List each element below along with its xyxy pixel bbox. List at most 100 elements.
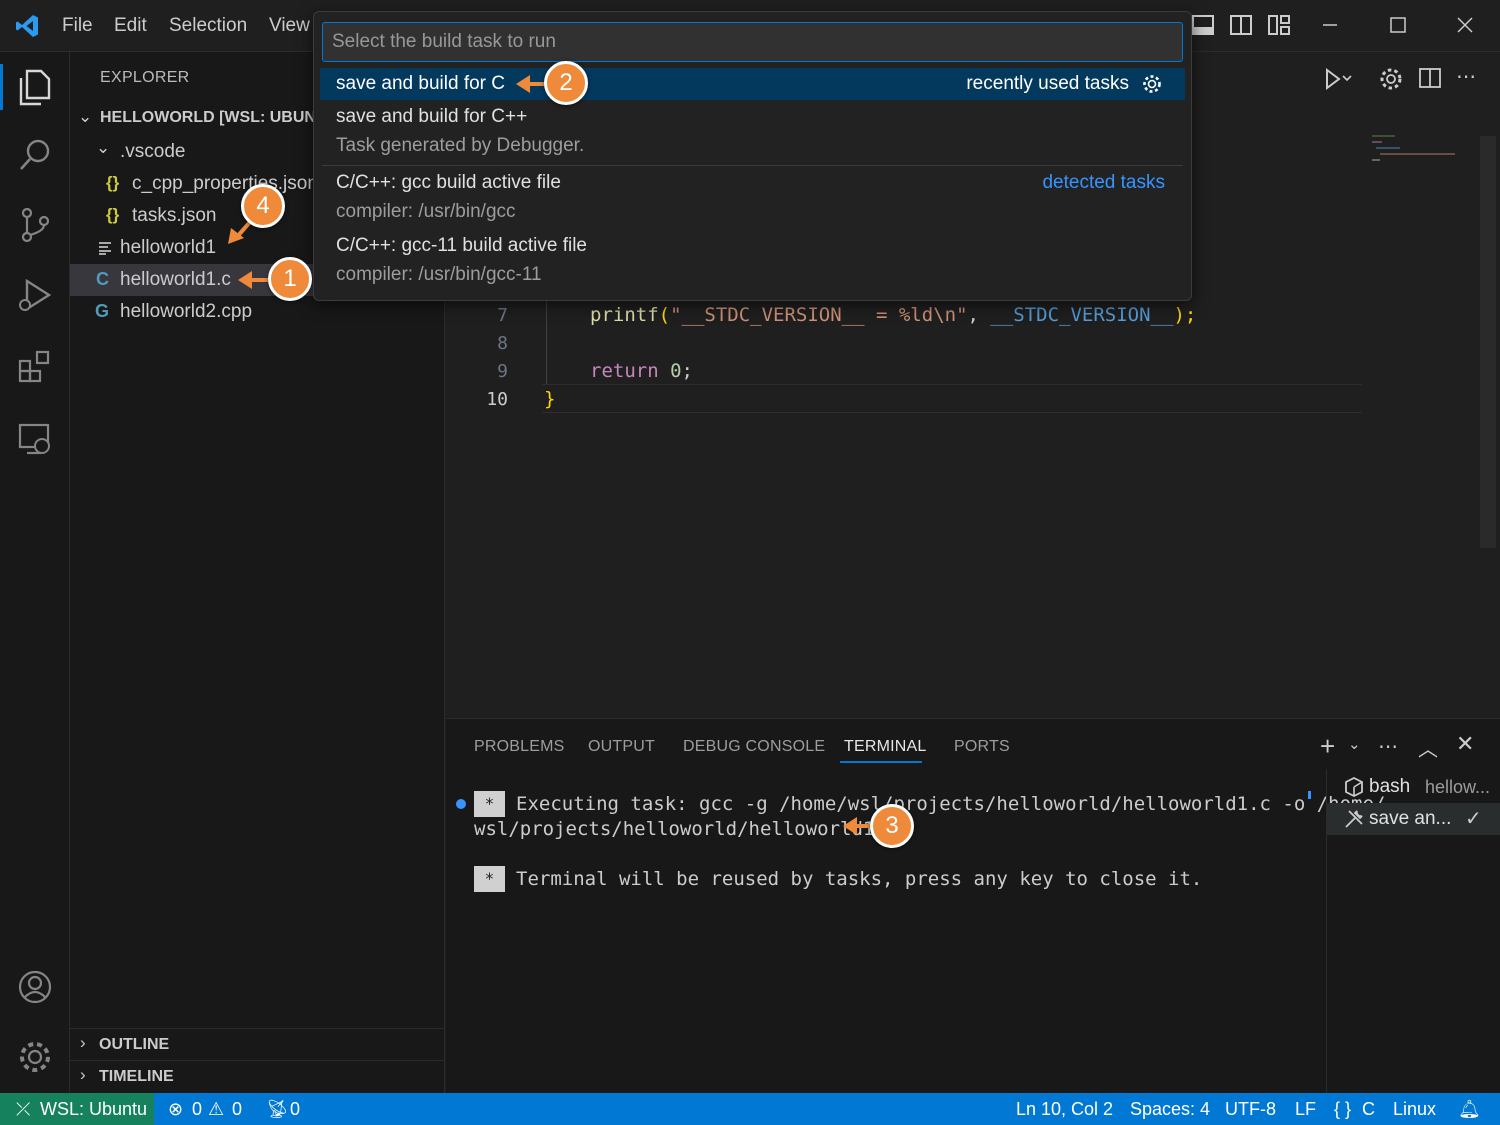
problems-status[interactable]: ⊗ 0 ⚠ 0 [166,1093,256,1125]
quick-pick-item[interactable]: C/C++: gcc build active file detected ta… [320,168,1185,230]
check-icon: ✓ [1465,808,1482,830]
active-view-indicator [0,64,3,110]
extensions-icon[interactable] [14,346,56,388]
code-close: ); [1173,304,1197,326]
callout-badge-3: 3 [870,804,914,848]
error-icon: ⊗ [168,1099,184,1119]
tab-problems[interactable]: PROBLEMS [474,738,565,756]
source-control-icon[interactable] [14,204,56,246]
tools-icon [1345,810,1363,828]
split-editor-icon[interactable] [1418,66,1442,90]
quick-pick-item-label: save and build for C++ [336,106,528,127]
cursor-position[interactable]: Ln 10, Col 2 [1016,1099,1113,1120]
code-line-10[interactable]: } [544,388,555,410]
status-bar: ⤫ WSL: Ubuntu ⊗ 0 ⚠ 0 📡︎ 0 Ln 10, Col 2 … [0,1093,1500,1125]
code-macro: __STDC_VERSION__ [990,304,1174,326]
editor-scrollbar[interactable] [1480,136,1496,548]
tab-terminal[interactable]: TERMINAL [844,738,927,756]
quick-pick-item[interactable]: save and build for C recently used tasks [320,68,1185,100]
quick-pick-item[interactable]: C/C++: gcc-11 build active file compiler… [320,231,1185,293]
minimize-icon[interactable] [1315,10,1345,40]
outline-label: OUTLINE [99,1036,170,1053]
quick-pick-item-label: C/C++: gcc build active file [336,172,561,193]
remote-explorer-icon[interactable] [14,418,56,460]
chevron-down-icon[interactable]: ⌄ [1348,735,1361,753]
run-and-debug-icon[interactable] [14,274,56,316]
cpp-file-icon: G [95,301,110,321]
terminal-scroll-marker [1308,791,1311,799]
terminal-bash-icon [1345,776,1363,798]
remote-icon: ⤫ [16,1099,31,1119]
tab-output[interactable]: OUTPUT [588,738,655,756]
quick-pick-item[interactable]: save and build for C++ Task generated by… [320,102,1185,162]
indent-guide [546,300,547,385]
end-of-line[interactable]: LF [1295,1099,1316,1120]
menu-edit[interactable]: Edit [114,15,147,37]
explorer-icon[interactable] [14,66,56,108]
warning-count: 0 [232,1099,243,1119]
callout-badge-2: 2 [544,61,588,105]
search-icon[interactable] [14,134,56,176]
tab-debug-console[interactable]: DEBUG CONSOLE [683,738,825,756]
outline-section-header[interactable]: › OUTLINE [70,1028,445,1060]
code-function: printf [590,304,659,326]
tree-file-label: helloworld1.c [120,269,231,290]
customize-layout-icon[interactable] [1264,10,1294,40]
explorer-title: EXPLORER [100,69,190,86]
timeline-section-header[interactable]: › TIMELINE [70,1060,445,1092]
code-line-9[interactable]: return 0; [590,360,693,382]
tree-file-label: helloworld1 [120,237,217,258]
code-paren: ( [658,304,671,326]
terminal-line-3: Terminal will be reused by tasks, press … [516,868,1203,890]
activity-bar [0,52,70,1093]
toggle-secondary-sidebar-icon[interactable] [1226,10,1256,40]
close-panel-icon[interactable]: ✕ [1456,731,1474,757]
configure-task-gear-icon[interactable] [1141,73,1163,95]
new-terminal-icon[interactable]: + [1320,731,1335,762]
code-semicolon: ; [681,360,693,382]
more-actions-icon[interactable]: ⋯ [1456,64,1476,89]
code-line-7[interactable]: printf("__STDC_VERSION__ = %ld\n", __STD… [590,304,1196,326]
minimap[interactable] [1370,134,1460,164]
quick-pick-item-label: save and build for C [336,73,505,94]
warning-icon: ⚠ [208,1099,225,1119]
more-actions-icon[interactable]: ⋯ [1378,734,1398,759]
line-number: 10 [486,389,508,410]
json-file-icon: {} [106,205,120,224]
remote-indicator[interactable]: ⤫ WSL: Ubuntu [0,1093,154,1125]
quick-pick-group-label: detected tasks [1042,172,1165,193]
tab-ports[interactable]: PORTS [954,738,1010,756]
quick-pick-dialog: save and build for C recently used tasks… [313,11,1192,301]
close-window-icon[interactable] [1450,10,1480,40]
maximize-panel-icon[interactable]: ︿ [1418,733,1438,762]
braces-icon: { } [1334,1099,1352,1119]
terminal-tab-task[interactable]: save an... ✓ [1327,803,1500,835]
active-tab-underline [840,761,922,763]
code-string: "__STDC_VERSION__ = %ld\n" [670,304,968,326]
toggle-panel-icon[interactable] [1188,10,1218,40]
chevron-right-icon: › [80,1065,86,1084]
menu-file[interactable]: File [62,15,93,37]
broadcast-icon: 📡︎ [266,1099,289,1119]
maximize-icon[interactable] [1383,10,1413,40]
indentation[interactable]: Spaces: 4 [1130,1099,1210,1120]
quick-pick-input[interactable] [322,22,1183,62]
terminal-line-2: wsl/projects/helloworld/helloworld1 [474,818,875,840]
encoding[interactable]: UTF-8 [1225,1099,1276,1120]
manage-gear-icon[interactable] [14,1036,56,1078]
menu-view[interactable]: View [269,15,310,37]
os-indicator[interactable]: Linux [1393,1099,1436,1120]
language-mode[interactable]: C [1362,1099,1375,1120]
line-number: 9 [497,361,508,382]
settings-gear-icon[interactable] [1378,66,1404,92]
run-icon[interactable] [1322,66,1352,92]
ports-status[interactable]: 📡︎ 0 [266,1093,306,1125]
menu-selection[interactable]: Selection [169,15,247,37]
notifications-bell-icon[interactable]: 🔔︎ [1458,1099,1481,1120]
quick-pick-item-description: compiler: /usr/bin/gcc [336,201,516,222]
accounts-icon[interactable] [14,966,56,1008]
tree-file-label: c_cpp_properties.json [132,173,318,194]
terminal-tab-label: save an... [1369,808,1452,829]
workspace-name: HELLOWORLD [WSL: UBUNT [100,109,326,126]
terminal-tab-bash[interactable]: bash hellow... [1327,771,1500,803]
